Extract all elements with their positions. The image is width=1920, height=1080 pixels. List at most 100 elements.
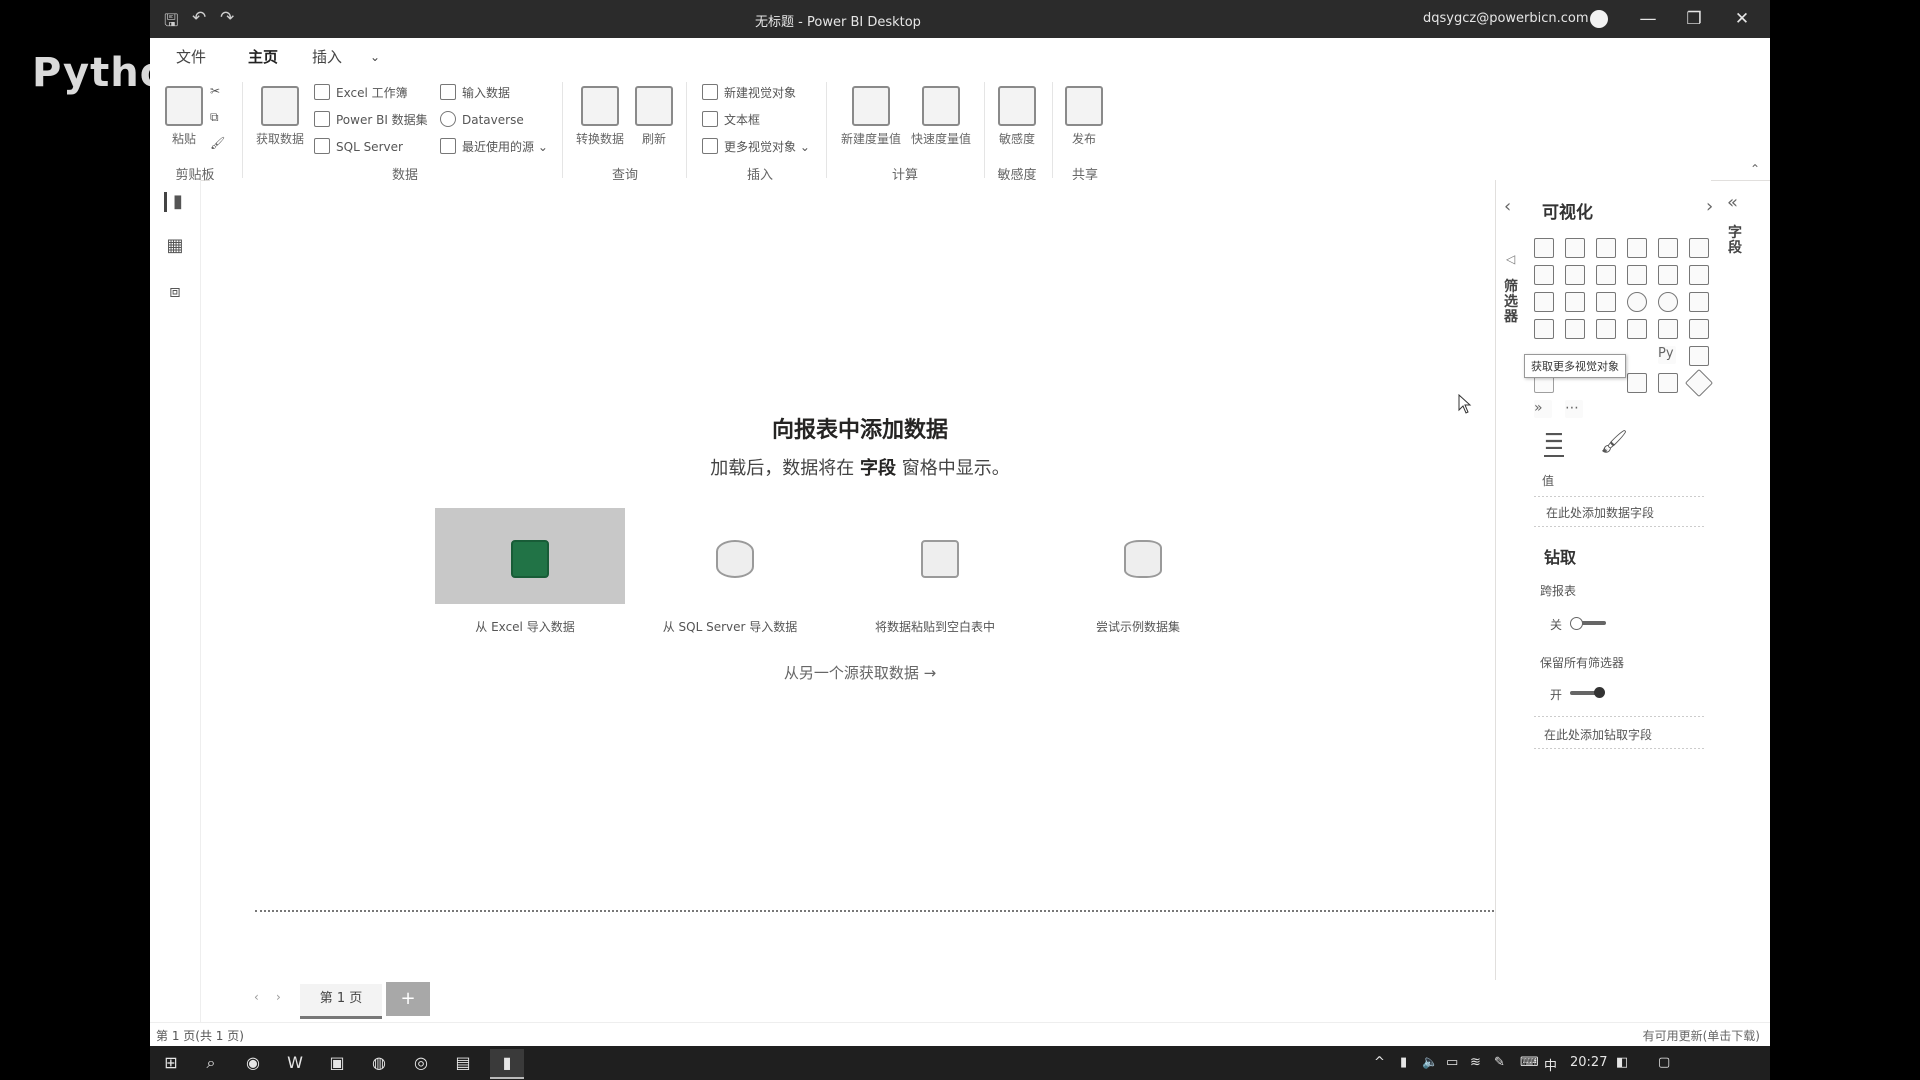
values-drop-zone[interactable]: 在此处添加数据字段 [1546, 504, 1654, 521]
filled-map-icon[interactable] [1565, 319, 1585, 339]
more-visuals-button[interactable]: 更多视觉对象 ⌄ [702, 138, 810, 155]
line-clustered-icon[interactable] [1658, 265, 1678, 285]
enter-data-button[interactable]: 输入数据 [440, 84, 510, 101]
app-icon[interactable]: ◍ [368, 1052, 390, 1074]
quick-measure-button[interactable]: 快速度量值 [908, 86, 974, 147]
key-influencers-icon[interactable] [1689, 346, 1709, 366]
publish-button[interactable]: 发布 [1060, 86, 1108, 147]
keyboard-icon[interactable]: ⌨ [1520, 1055, 1539, 1070]
pen-icon[interactable]: ✎ [1494, 1055, 1505, 1070]
chevron-down-icon[interactable]: ⌄ [370, 50, 380, 64]
tab-home[interactable]: 主页 [248, 46, 278, 67]
other-source-link[interactable]: 从另一个源获取数据 → [210, 662, 1510, 683]
browser-icon[interactable]: ◉ [242, 1052, 264, 1074]
recent-sources-button[interactable]: 最近使用的源 ⌄ [440, 138, 548, 155]
notification-icon[interactable]: ▢ [1658, 1055, 1670, 1070]
card-icon[interactable] [1627, 319, 1647, 339]
chevron-left-icon[interactable]: ‹ [1504, 196, 1511, 217]
stacked-bar-icon[interactable] [1534, 238, 1554, 258]
format-painter-icon[interactable]: 🖌 [210, 136, 225, 150]
pie-chart-icon[interactable] [1627, 292, 1647, 312]
python-visual-icon[interactable]: Py [1658, 346, 1676, 364]
power-bi-icon[interactable]: ▮ [490, 1049, 524, 1079]
wifi-icon[interactable]: ≋ [1470, 1055, 1481, 1070]
ribbon-chart-icon[interactable] [1689, 265, 1709, 285]
paste-button[interactable]: 粘贴 [164, 86, 204, 147]
user-email[interactable]: dqsygcz@powerbicn.com [1423, 11, 1589, 26]
sql-server-button[interactable]: SQL Server [314, 138, 403, 154]
tray-icon[interactable]: ▮ [1400, 1055, 1407, 1070]
funnel-icon[interactable] [1565, 292, 1585, 312]
map-icon[interactable] [1534, 319, 1554, 339]
filters-pane-tab[interactable]: 筛选器 [1503, 280, 1519, 325]
battery-icon[interactable]: ▭ [1446, 1055, 1458, 1070]
keep-filters-toggle[interactable] [1568, 686, 1608, 700]
paste-data-label[interactable]: 将数据粘贴到空白表中 [825, 618, 1045, 635]
input-language[interactable]: 中 [1544, 1055, 1557, 1074]
more-options-icon[interactable]: ⋯ [1565, 400, 1583, 418]
clock-time[interactable]: 20:27 [1570, 1055, 1607, 1070]
clustered-bar-icon[interactable] [1596, 238, 1616, 258]
app-icon[interactable]: ▣ [326, 1052, 348, 1074]
collapse-pane-icon[interactable]: « [1727, 192, 1738, 213]
sensitivity-button[interactable]: 敏感度 [990, 86, 1044, 147]
treemap-icon[interactable] [1689, 292, 1709, 312]
donut-chart-icon[interactable] [1658, 292, 1678, 312]
get-more-visuals-icon[interactable]: » [1534, 400, 1552, 418]
new-visual-button[interactable]: 新建视觉对象 [702, 84, 796, 101]
gauge-icon[interactable] [1596, 319, 1616, 339]
stacked-column-icon[interactable] [1565, 238, 1585, 258]
add-page-button[interactable]: + [386, 982, 430, 1016]
file-explorer-icon[interactable]: ▤ [452, 1052, 474, 1074]
report-view-icon[interactable]: ▮ [164, 192, 189, 212]
filter-collapse-icon[interactable]: ◁ [1506, 252, 1515, 266]
percent-column-icon[interactable] [1689, 238, 1709, 258]
sample-data-label[interactable]: 尝试示例数据集 [1028, 618, 1248, 635]
build-visual-icon[interactable]: ☰ [1544, 430, 1564, 457]
clustered-column-icon[interactable] [1627, 238, 1647, 258]
page-tab[interactable]: 第 1 页 [300, 984, 382, 1019]
volume-icon[interactable]: 🔈 [1422, 1055, 1438, 1070]
multi-row-card-icon[interactable] [1658, 319, 1678, 339]
transform-data-button[interactable]: 转换数据 [570, 86, 630, 147]
kpi-icon[interactable] [1689, 319, 1709, 339]
sql-import-card[interactable] [640, 508, 830, 604]
textbox-button[interactable]: 文本框 [702, 111, 760, 128]
tray-expand-icon[interactable]: ^ [1374, 1055, 1385, 1070]
power-apps-icon[interactable] [1658, 373, 1678, 393]
excel-import-label[interactable]: 从 Excel 导入数据 [415, 618, 635, 635]
fields-pane-tab[interactable]: 字段 [1727, 226, 1743, 256]
restore-button[interactable]: ❐ [1674, 6, 1714, 32]
close-button[interactable]: ✕ [1722, 6, 1762, 32]
new-measure-button[interactable]: 新建度量值 [838, 86, 904, 147]
format-paint-icon[interactable]: 🖌 [1600, 430, 1628, 455]
copy-icon[interactable]: ⧉ [210, 110, 219, 125]
drill-drop-zone[interactable]: 在此处添加钻取字段 [1544, 726, 1652, 743]
next-page-icon[interactable]: › [276, 990, 281, 1004]
line-column-icon[interactable] [1627, 265, 1647, 285]
data-view-icon[interactable]: ▦ [164, 236, 186, 256]
avatar[interactable] [1590, 10, 1608, 28]
minimize-button[interactable]: — [1628, 6, 1668, 32]
scatter-icon[interactable] [1596, 292, 1616, 312]
area-chart-icon[interactable] [1565, 265, 1585, 285]
matrix-icon[interactable] [1627, 373, 1647, 393]
tab-insert[interactable]: 插入 [312, 46, 342, 67]
excel-import-card[interactable] [435, 508, 625, 604]
search-icon[interactable]: ⌕ [200, 1052, 222, 1074]
collapse-ribbon-icon[interactable]: ⌃ [1750, 162, 1760, 176]
report-canvas[interactable]: 向报表中添加数据 加载后，数据将在 字段 窗格中显示。 从 Excel 导入数据… [210, 180, 1640, 912]
get-data-button[interactable]: 获取数据 [250, 86, 310, 147]
update-available-link[interactable]: 有可用更新(单击下载) [1643, 1027, 1760, 1044]
excel-workbook-button[interactable]: Excel 工作簿 [314, 84, 408, 101]
dataverse-button[interactable]: Dataverse [440, 111, 524, 127]
prev-page-icon[interactable]: ‹ [254, 990, 259, 1004]
chevron-right-icon[interactable]: › [1706, 196, 1713, 217]
tray-icon[interactable]: ◧ [1616, 1055, 1628, 1070]
pbi-dataset-button[interactable]: Power BI 数据集 [314, 111, 428, 128]
tab-file[interactable]: 文件 [176, 46, 206, 67]
waterfall-icon[interactable] [1534, 292, 1554, 312]
app-icon[interactable]: ◎ [410, 1052, 432, 1074]
windows-start-icon[interactable]: ⊞ [160, 1052, 182, 1074]
sql-import-label[interactable]: 从 SQL Server 导入数据 [620, 618, 840, 635]
